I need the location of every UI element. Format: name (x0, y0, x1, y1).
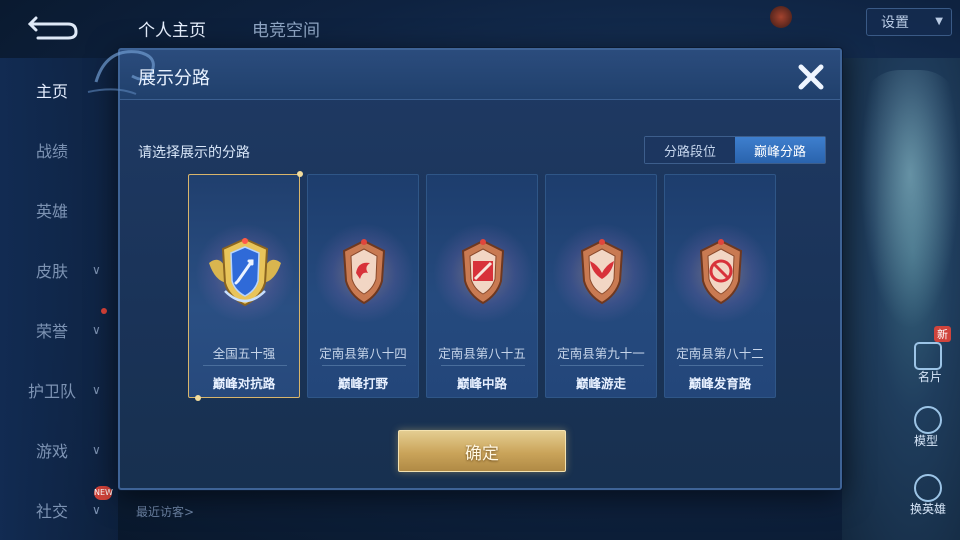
chevron-down-icon: ∨ (92, 503, 101, 517)
settings-label: 设置 (881, 15, 909, 31)
sidebar-item-games[interactable]: 游戏 ∨ (0, 420, 118, 480)
chevron-down-icon: ▼ (935, 16, 943, 27)
chevron-down-icon: ∨ (92, 323, 101, 337)
rank-text: 定南县第八十五 (438, 346, 526, 361)
recent-visitors-link[interactable]: 最近访客> (136, 503, 194, 520)
sidebar-item-record[interactable]: 战绩 (0, 120, 118, 180)
model-label: 模型 (913, 434, 938, 448)
settings-button[interactable]: 设置 ▼ (866, 8, 952, 36)
chevron-down-icon: ∨ (92, 443, 101, 457)
notification-dot (101, 308, 107, 314)
lane-card-mid[interactable]: 定南县第八十五 巅峰中路 (426, 174, 538, 398)
select-prompt: 请选择展示的分路 (138, 145, 250, 161)
corner-dot (195, 395, 201, 401)
new-badge: NEW (94, 486, 113, 500)
target-lane-badge-icon (699, 239, 743, 305)
lane-name: 巅峰对抗路 (212, 376, 276, 391)
claw-lane-badge-icon (342, 239, 386, 305)
avatar[interactable] (770, 6, 792, 28)
chevron-down-icon: ∨ (92, 383, 101, 397)
lane-card-roam[interactable]: 定南县第九十一 巅峰游走 (545, 174, 657, 398)
lane-card-top[interactable]: 全国五十强 巅峰对抗路 (188, 171, 303, 401)
divider (679, 365, 763, 366)
card-icon[interactable] (914, 342, 942, 370)
model-icon[interactable] (914, 406, 942, 434)
tab-lane-rank[interactable]: 分路段位 (645, 137, 735, 163)
top-tabs: 个人主页 电竞空间 (138, 16, 320, 41)
tab-peak-lane[interactable]: 巅峰分路 (735, 137, 825, 163)
slash-lane-badge-icon (461, 239, 505, 305)
wings-lane-badge-icon (580, 239, 624, 305)
lane-display-dialog: 展示分路 请选择展示的分路 分路段位 巅峰分路 全国五十强 巅峰对抗路 定南县第… (87, 48, 842, 490)
dialog-header: 展示分路 (87, 50, 840, 100)
rank-text: 定南县第九十一 (557, 346, 645, 361)
divider (560, 365, 644, 366)
lane-card-list: 全国五十强 巅峰对抗路 定南县第八十四 巅峰打野 定南县第八十五 巅峰中路 定南… (188, 171, 778, 401)
sidebar-item-skins[interactable]: 皮肤 ∨ (0, 240, 118, 300)
lane-card-farm[interactable]: 定南县第八十二 巅峰发育路 (664, 174, 776, 398)
sidebar-item-heroes[interactable]: 英雄 (0, 180, 118, 240)
status-bubble (794, 6, 858, 28)
lane-name: 巅峰游走 (575, 376, 626, 391)
hero-art (860, 70, 960, 330)
confirm-button[interactable]: 确定 (398, 430, 566, 472)
back-arrow-icon[interactable] (28, 14, 78, 40)
lane-name: 巅峰中路 (456, 376, 507, 391)
tab-personal-home[interactable]: 个人主页 (138, 16, 206, 41)
rank-text: 全国五十强 (212, 346, 276, 361)
lane-mode-toggle: 分路段位 巅峰分路 (644, 136, 826, 164)
new-tag: 新 (934, 326, 951, 342)
switch-hero-label: 换英雄 (909, 502, 946, 516)
rank-text: 定南县第八十二 (676, 346, 764, 361)
corner-dot (297, 171, 303, 177)
tab-esports-space[interactable]: 电竞空间 (252, 16, 320, 41)
sidebar-item-honor[interactable]: 荣誉 ∨ (0, 300, 118, 360)
sidebar-item-guard[interactable]: 护卫队 ∨ (0, 360, 118, 420)
switch-hero-icon[interactable] (914, 474, 942, 502)
divider (441, 365, 525, 366)
lane-name: 巅峰打野 (337, 376, 388, 391)
rank-text: 定南县第八十四 (319, 346, 407, 361)
lane-name: 巅峰发育路 (688, 376, 752, 391)
dialog-title: 展示分路 (138, 68, 210, 89)
sword-lane-badge-icon (209, 237, 281, 307)
divider (322, 365, 406, 366)
divider (203, 365, 287, 366)
close-icon[interactable] (794, 60, 828, 94)
sidebar: 主页 战绩 英雄 皮肤 ∨ 荣誉 ∨ 护卫队 ∨ 游戏 ∨ 社交 ∨ (0, 58, 118, 540)
lane-card-jungle[interactable]: 定南县第八十四 巅峰打野 (307, 174, 419, 398)
card-label: 名片 (917, 370, 942, 384)
chevron-down-icon: ∨ (92, 263, 101, 277)
